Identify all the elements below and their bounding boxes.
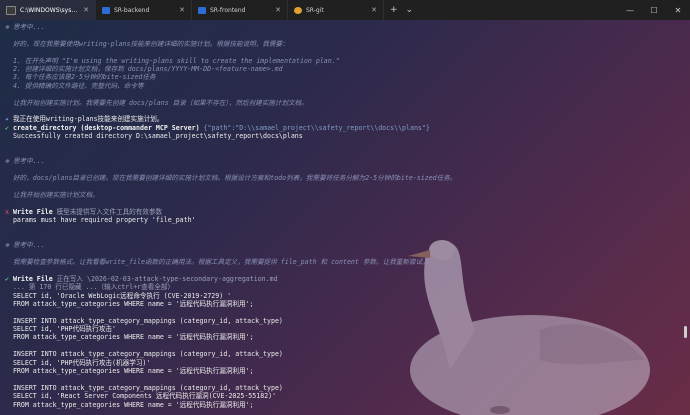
success-icon: ✔ xyxy=(5,123,9,132)
thinking-text: 让我开始创建实施计划。我需要先创建 docs/plans 目录（如果不存在），然… xyxy=(12,98,308,107)
tab-label: C:\WINDOWS\system32\cmd. xyxy=(20,6,79,14)
thinking-text: 好的，现在我需要使用writing-plans技能来创建详细的实施计划。根据技能… xyxy=(12,39,289,48)
thinking-text: 我需要检查参数格式。让我看看write_file函数的正确用法。根据工具定义，我… xyxy=(12,257,429,266)
maximize-button[interactable]: ☐ xyxy=(642,6,666,15)
tab-label: SR-frontend xyxy=(210,6,246,14)
success-icon: ✔ xyxy=(5,274,9,283)
thinking-text: 好的，docs/plans目录已创建。现在我需要创建详细的实施计划文档。根据设计… xyxy=(12,174,457,183)
tool-name: create_directory (desktop-commander MCP … xyxy=(12,123,200,132)
close-window-button[interactable]: ✕ xyxy=(666,6,690,15)
tool-result: Successfully created directory D:\samael… xyxy=(12,132,303,141)
tool-description: 正在写入 \2026-02-03-attack-type-secondary-a… xyxy=(56,274,278,283)
plan-step: 4. 提供精确的文件路径、完整代码、命令等 xyxy=(12,81,144,90)
code-line: FROM attack_type_categories WHERE name =… xyxy=(12,367,254,376)
terminal-icon xyxy=(102,6,110,14)
assistant-message: 我正在使用writing-plans技能来创建实施计划。 xyxy=(12,115,164,124)
bullet-icon: ✦ xyxy=(5,115,9,124)
code-line: SELECT id, 'Oracle WebLogic远程命令执行 (CVE-2… xyxy=(12,291,232,300)
tab-label: SR-backend xyxy=(114,6,150,14)
terminal-icon xyxy=(198,6,206,14)
tab-sr-frontend[interactable]: SR-frontend ✕ xyxy=(192,0,288,20)
close-icon[interactable]: ✕ xyxy=(83,6,89,14)
tab-dropdown-button[interactable]: ⌄ xyxy=(406,5,414,15)
tab-label: SR-git xyxy=(306,6,324,14)
code-line: FROM attack_type_categories WHERE name =… xyxy=(12,400,254,409)
thinking-header: 思考中... xyxy=(12,157,45,166)
plan-step: 1. 在开头声明 "I'm using the writing-plans sk… xyxy=(12,56,340,65)
cmd-icon xyxy=(6,5,16,15)
code-line: INSERT INTO attack_type_category_mapping… xyxy=(12,316,283,325)
code-line: INSERT INTO attack_type_category_mapping… xyxy=(12,383,283,392)
close-icon[interactable]: ✕ xyxy=(371,6,377,14)
thinking-icon: ✻ xyxy=(5,23,9,31)
scrollbar-thumb[interactable] xyxy=(684,326,687,338)
thinking-icon: ✻ xyxy=(5,157,9,166)
code-line: SELECT id, 'PHP代码执行攻击(机器学习)' xyxy=(12,358,151,367)
tab-sr-git[interactable]: SR-git ✕ xyxy=(288,0,384,20)
tool-name: Write File xyxy=(12,274,53,283)
code-line: FROM attack_type_categories WHERE name =… xyxy=(12,299,254,308)
thinking-icon: ✻ xyxy=(5,241,9,250)
tool-args: {"path":"D:\\samael_project\\safety_repo… xyxy=(203,123,430,132)
code-line: FROM attack_type_categories WHERE name =… xyxy=(12,333,254,342)
error-icon: x xyxy=(5,207,9,216)
close-icon[interactable]: ✕ xyxy=(179,6,185,14)
new-tab-button[interactable]: + xyxy=(390,5,398,15)
plan-step: 2. 创建详细的实施计划文档，保存到 docs/plans/YYYY-MM-DD… xyxy=(12,64,283,73)
git-icon xyxy=(294,6,302,14)
hidden-lines-hint[interactable]: ... 第 170 行已隐藏 ...（输入ctrl+r查看全部） xyxy=(13,283,174,291)
code-line: SELECT id, 'React Server Components 远程代码… xyxy=(12,392,277,401)
plan-step: 3. 每个任务应该是2-5分钟的bite-sized任务 xyxy=(12,73,156,82)
tool-name: Write File xyxy=(12,207,53,216)
close-icon[interactable]: ✕ xyxy=(275,6,281,14)
tab-sr-backend[interactable]: SR-backend ✕ xyxy=(96,0,192,20)
thinking-header: 思考中... xyxy=(12,241,45,250)
terminal-output[interactable]: ✻ 思考中... 好的，现在我需要使用writing-plans技能来创建详细的… xyxy=(0,20,690,415)
tab-bar: C:\WINDOWS\system32\cmd. ✕ SR-backend ✕ … xyxy=(0,0,690,20)
tab-cmd[interactable]: C:\WINDOWS\system32\cmd. ✕ xyxy=(0,0,96,20)
code-line: SELECT id, 'PHP代码执行攻击' xyxy=(12,325,117,334)
thinking-header: 思考中... xyxy=(12,23,45,31)
thinking-text: 让我开始创建实施计划文档。 xyxy=(12,190,99,199)
tool-error: params must have required property 'file… xyxy=(12,215,196,224)
minimize-button[interactable]: — xyxy=(618,6,642,15)
tool-description: 模型未提供写入文件工具的有效参数 xyxy=(56,207,163,216)
code-line: INSERT INTO attack_type_category_mapping… xyxy=(12,350,283,359)
